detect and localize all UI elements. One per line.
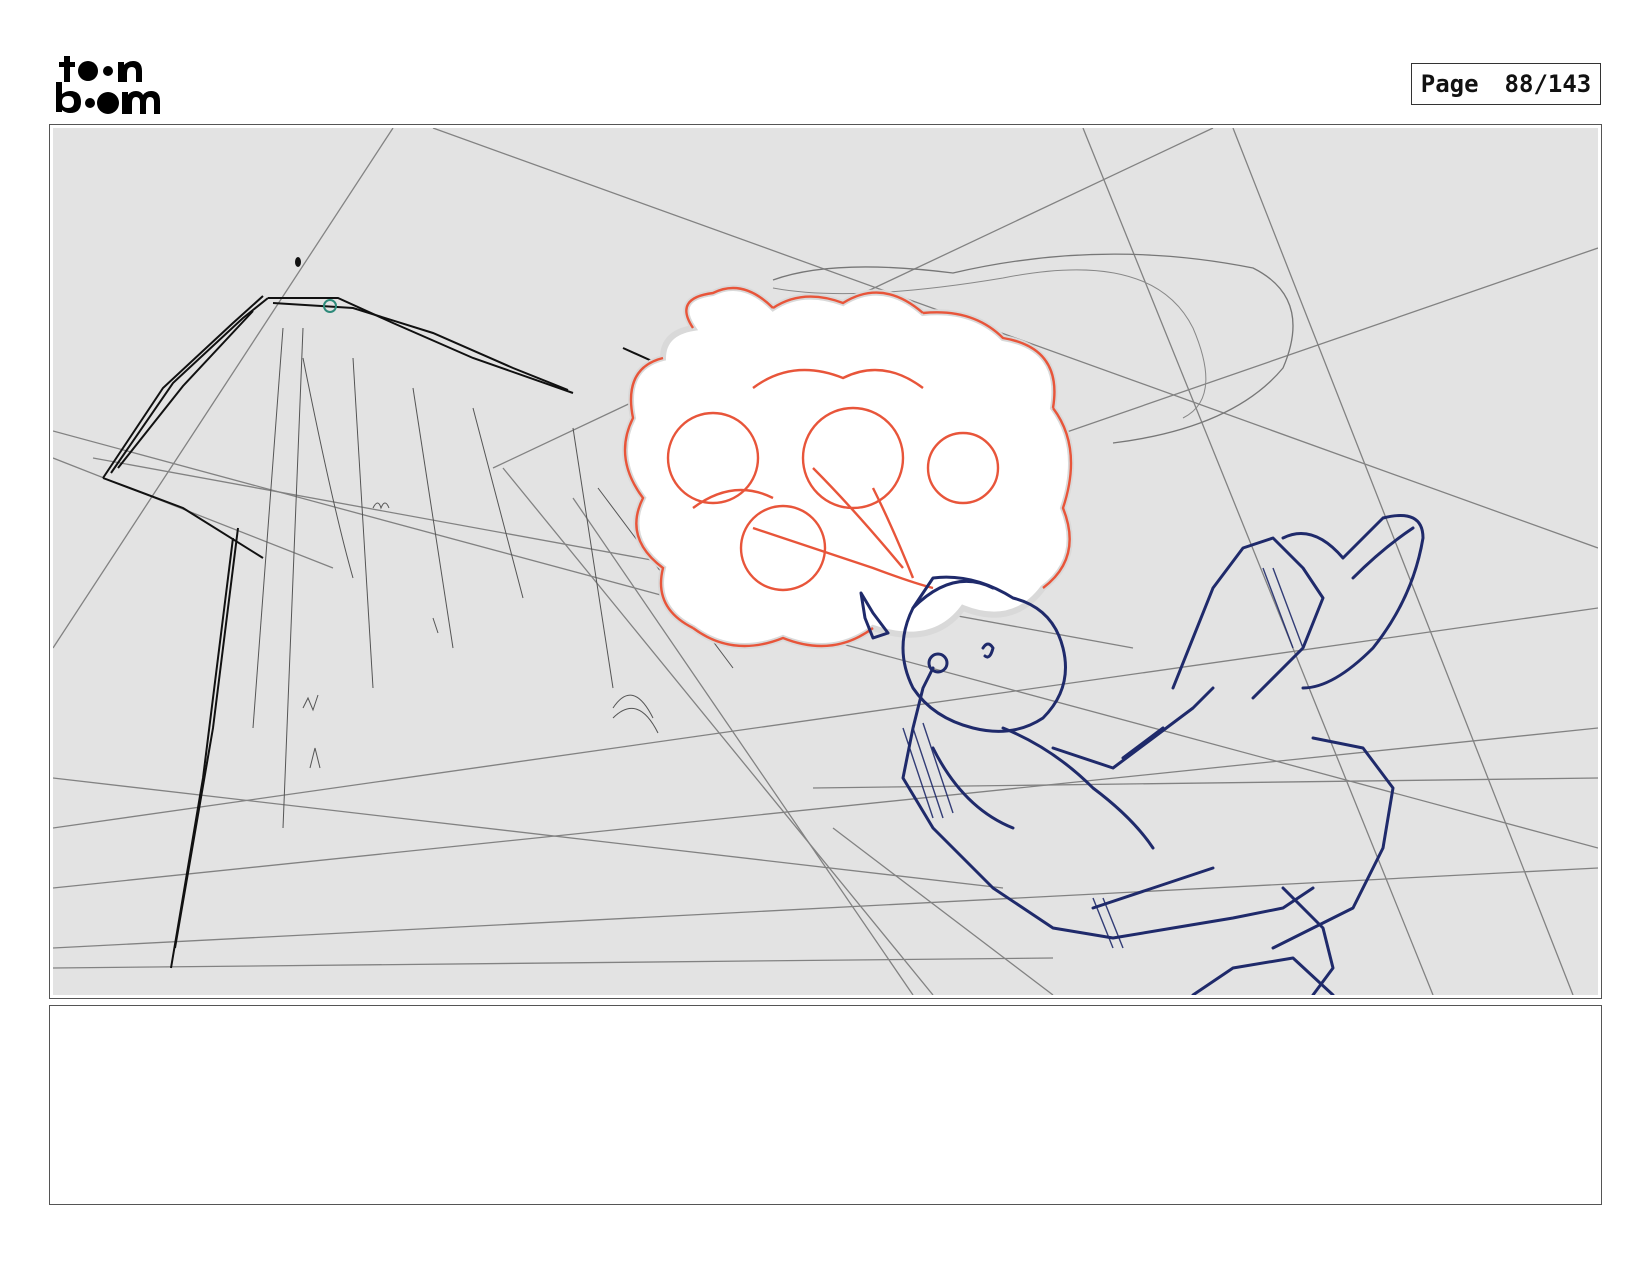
page-label: Page: [1420, 70, 1479, 98]
toon-boom-logo: [56, 56, 160, 114]
page-number: 88/143: [1504, 70, 1592, 98]
storyboard-sketch: [53, 128, 1598, 995]
page-counter: Page 88/143: [1411, 63, 1601, 105]
notes-panel: [49, 1005, 1602, 1205]
storyboard-panel: [49, 124, 1602, 999]
